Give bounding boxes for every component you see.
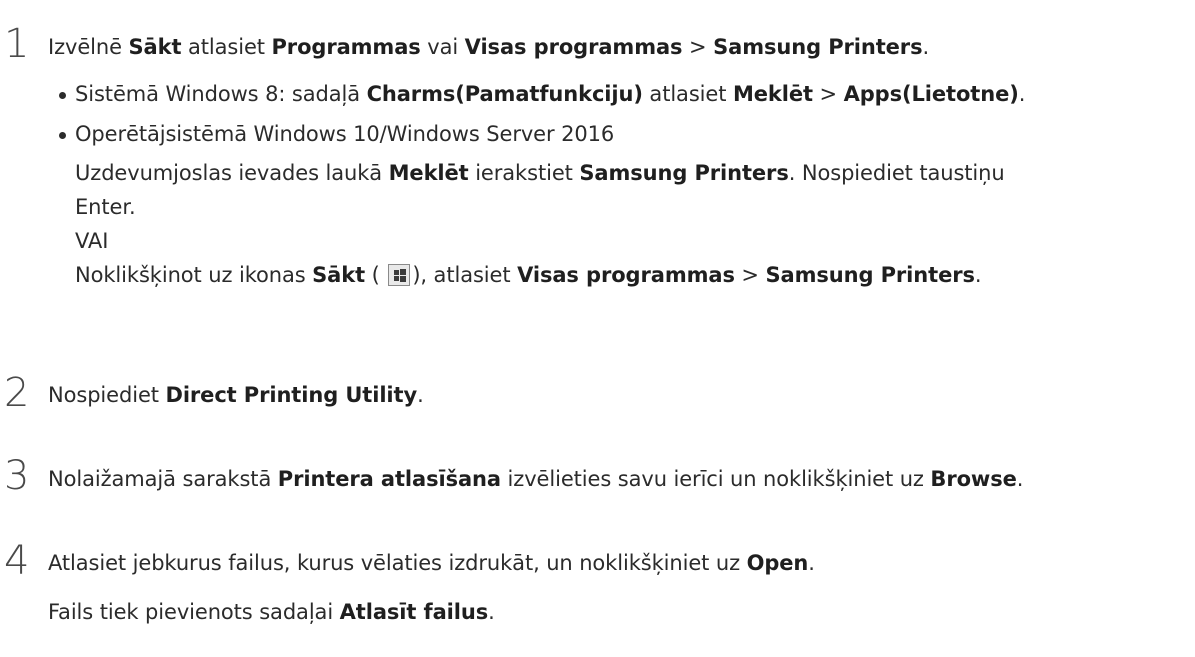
step-number: 2: [4, 370, 30, 416]
instruction-page: 1 Izvēlnē Sākt atlasiet Programmas vai V…: [0, 0, 1195, 657]
step-2-text: Nospiediet Direct Printing Utility.: [48, 383, 424, 407]
step-3-text: Nolaižamajā sarakstā Printera atlasīšana…: [48, 467, 1024, 491]
step-4-text: Atlasiet jebkurus failus, kurus vēlaties…: [48, 551, 815, 575]
samsung-printers-label: Samsung Printers: [579, 161, 789, 185]
step-4-note: Fails tiek pievienots sadaļai Atlasīt fa…: [48, 600, 495, 624]
step-1-bullet-windows10-line1: Operētājsistēmā Windows 10/Windows Serve…: [75, 122, 615, 146]
windows-logo-icon: [388, 264, 411, 286]
samsung-printers-label: Samsung Printers: [765, 263, 975, 287]
browse-label: Browse: [930, 467, 1017, 491]
samsung-printers-label: Samsung Printers: [713, 35, 923, 59]
step-number: 3: [4, 453, 30, 499]
select-files-label: Atlasīt failus: [339, 600, 489, 624]
menu-programs-label: Programmas: [271, 35, 421, 59]
step-1-bullet-windows10-line2: Uzdevumjoslas ievades laukā Meklēt ierak…: [75, 161, 1005, 185]
step-1-bullet-windows8: Sistēmā Windows 8: sadaļā Charms(Pamatfu…: [75, 82, 1026, 106]
charms-label: Charms(Pamatfunkciju): [366, 82, 643, 106]
search-label: Meklēt: [732, 82, 813, 106]
step-number: 1: [4, 21, 30, 67]
direct-printing-utility-label: Direct Printing Utility: [165, 383, 418, 407]
bullet-dot: [59, 92, 66, 99]
step-1-bullet-windows10-line5: Noklikšķinot uz ikonas Sākt ( ), atlasie…: [75, 263, 982, 287]
apps-label: Apps(Lietotne): [843, 82, 1019, 106]
printer-selection-label: Printera atlasīšana: [277, 467, 501, 491]
menu-all-programs-label: Visas programmas: [517, 263, 735, 287]
open-label: Open: [746, 551, 809, 575]
menu-start-label: Sākt: [128, 35, 182, 59]
step-number: 4: [4, 538, 30, 584]
menu-all-programs-label: Visas programmas: [464, 35, 683, 59]
search-label: Meklēt: [388, 161, 469, 185]
step-1-bullet-windows10-line3: Enter.: [75, 195, 136, 219]
menu-start-label: Sākt: [312, 263, 366, 287]
bullet-dot: [59, 132, 66, 139]
step-1-bullet-windows10-line4: VAI: [75, 229, 109, 253]
step-1-text: Izvēlnē Sākt atlasiet Programmas vai Vis…: [48, 35, 930, 59]
